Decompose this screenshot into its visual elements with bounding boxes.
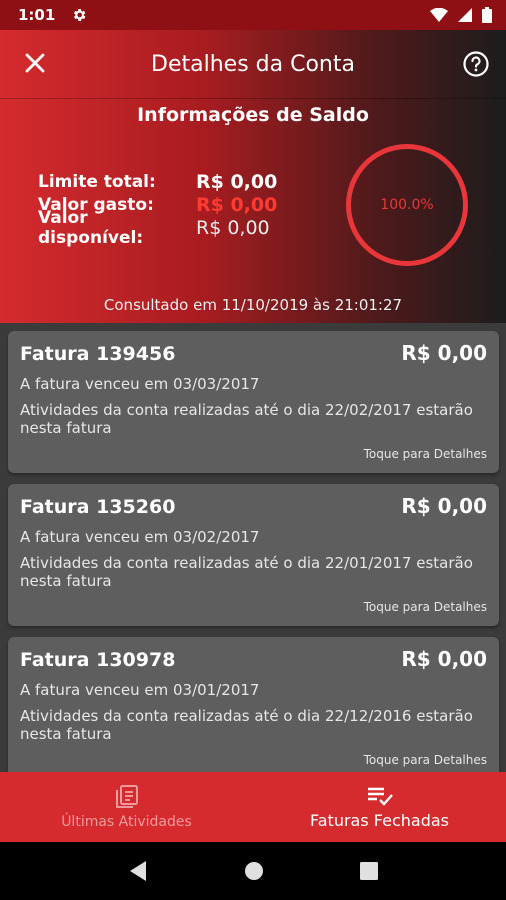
invoice-desc: Atividades da conta realizadas até o dia…	[20, 554, 473, 590]
invoice-due: A fatura venceu em 03/03/2017	[20, 375, 260, 393]
invoice-tap-hint: Toque para Detalhes	[363, 447, 487, 461]
invoice-card[interactable]: Fatura 130978 R$ 0,00 A fatura venceu em…	[8, 637, 499, 772]
toolbar-divider	[0, 98, 506, 99]
nav-faturas-fechadas[interactable]: Faturas Fechadas	[253, 772, 506, 842]
available-value: R$ 0,00	[196, 216, 270, 239]
account-header: Detalhes da Conta Informações de Saldo L…	[0, 30, 506, 323]
invoice-amount: R$ 0,00	[401, 341, 487, 365]
limit-value: R$ 0,00	[196, 170, 278, 193]
invoice-due: A fatura venceu em 03/02/2017	[20, 528, 260, 546]
usage-percent: 100.0%	[380, 197, 434, 213]
home-icon[interactable]	[244, 861, 264, 881]
usage-donut-chart: 100.0%	[346, 144, 468, 266]
page-title: Detalhes da Conta	[151, 51, 355, 77]
balance-title: Informações de Saldo	[137, 104, 369, 126]
invoice-desc: Atividades da conta realizadas até o dia…	[20, 707, 473, 743]
nav-label-activities: Últimas Atividades	[61, 814, 192, 830]
battery-icon	[482, 7, 492, 23]
wifi-icon	[430, 8, 448, 22]
invoice-title: Fatura 135260	[20, 496, 176, 518]
bottom-navigation: Últimas Atividades Faturas Fechadas	[0, 772, 506, 842]
documents-icon	[115, 785, 138, 808]
balance-rows: Limite total: R$ 0,00 Valor gasto: R$ 0,…	[38, 170, 278, 248]
status-icons	[430, 7, 492, 23]
invoice-card[interactable]: Fatura 139456 R$ 0,00 A fatura venceu em…	[8, 331, 499, 473]
invoice-card[interactable]: Fatura 135260 R$ 0,00 A fatura venceu em…	[8, 484, 499, 626]
status-bar: 1:01	[0, 0, 506, 30]
status-time: 1:01	[18, 6, 56, 24]
invoice-tap-hint: Toque para Detalhes	[363, 600, 487, 614]
help-icon[interactable]	[462, 50, 490, 78]
invoice-list[interactable]: Fatura 139456 R$ 0,00 A fatura venceu em…	[0, 323, 506, 772]
invoice-due: A fatura venceu em 03/01/2017	[20, 681, 260, 699]
settings-gear-icon	[74, 9, 86, 21]
available-label: Valor disponível:	[38, 207, 144, 248]
system-navigation-bar	[0, 842, 506, 900]
invoice-title: Fatura 130978	[20, 649, 176, 671]
spent-value: R$ 0,00	[196, 193, 278, 216]
invoice-amount: R$ 0,00	[401, 647, 487, 671]
invoice-title: Fatura 139456	[20, 343, 176, 365]
close-icon[interactable]	[22, 50, 48, 76]
signal-icon	[458, 8, 472, 22]
consulted-timestamp: Consultado em 11/10/2019 às 21:01:27	[103, 296, 403, 314]
invoice-desc: Atividades da conta realizadas até o dia…	[20, 401, 473, 437]
balance-row-available: Valor disponível: R$ 0,00	[38, 208, 277, 248]
nav-label-closed-invoices: Faturas Fechadas	[310, 810, 449, 830]
invoice-tap-hint: Toque para Detalhes	[363, 753, 487, 767]
balance-row-limit: Limite total: R$ 0,00	[38, 170, 277, 193]
checklist-icon	[367, 787, 393, 806]
back-icon[interactable]	[128, 860, 148, 882]
invoice-amount: R$ 0,00	[401, 494, 487, 518]
nav-ultimas-atividades[interactable]: Últimas Atividades	[0, 772, 253, 842]
toolbar: Detalhes da Conta	[0, 30, 506, 98]
recents-icon[interactable]	[360, 862, 378, 880]
limit-label: Limite total:	[38, 171, 156, 192]
